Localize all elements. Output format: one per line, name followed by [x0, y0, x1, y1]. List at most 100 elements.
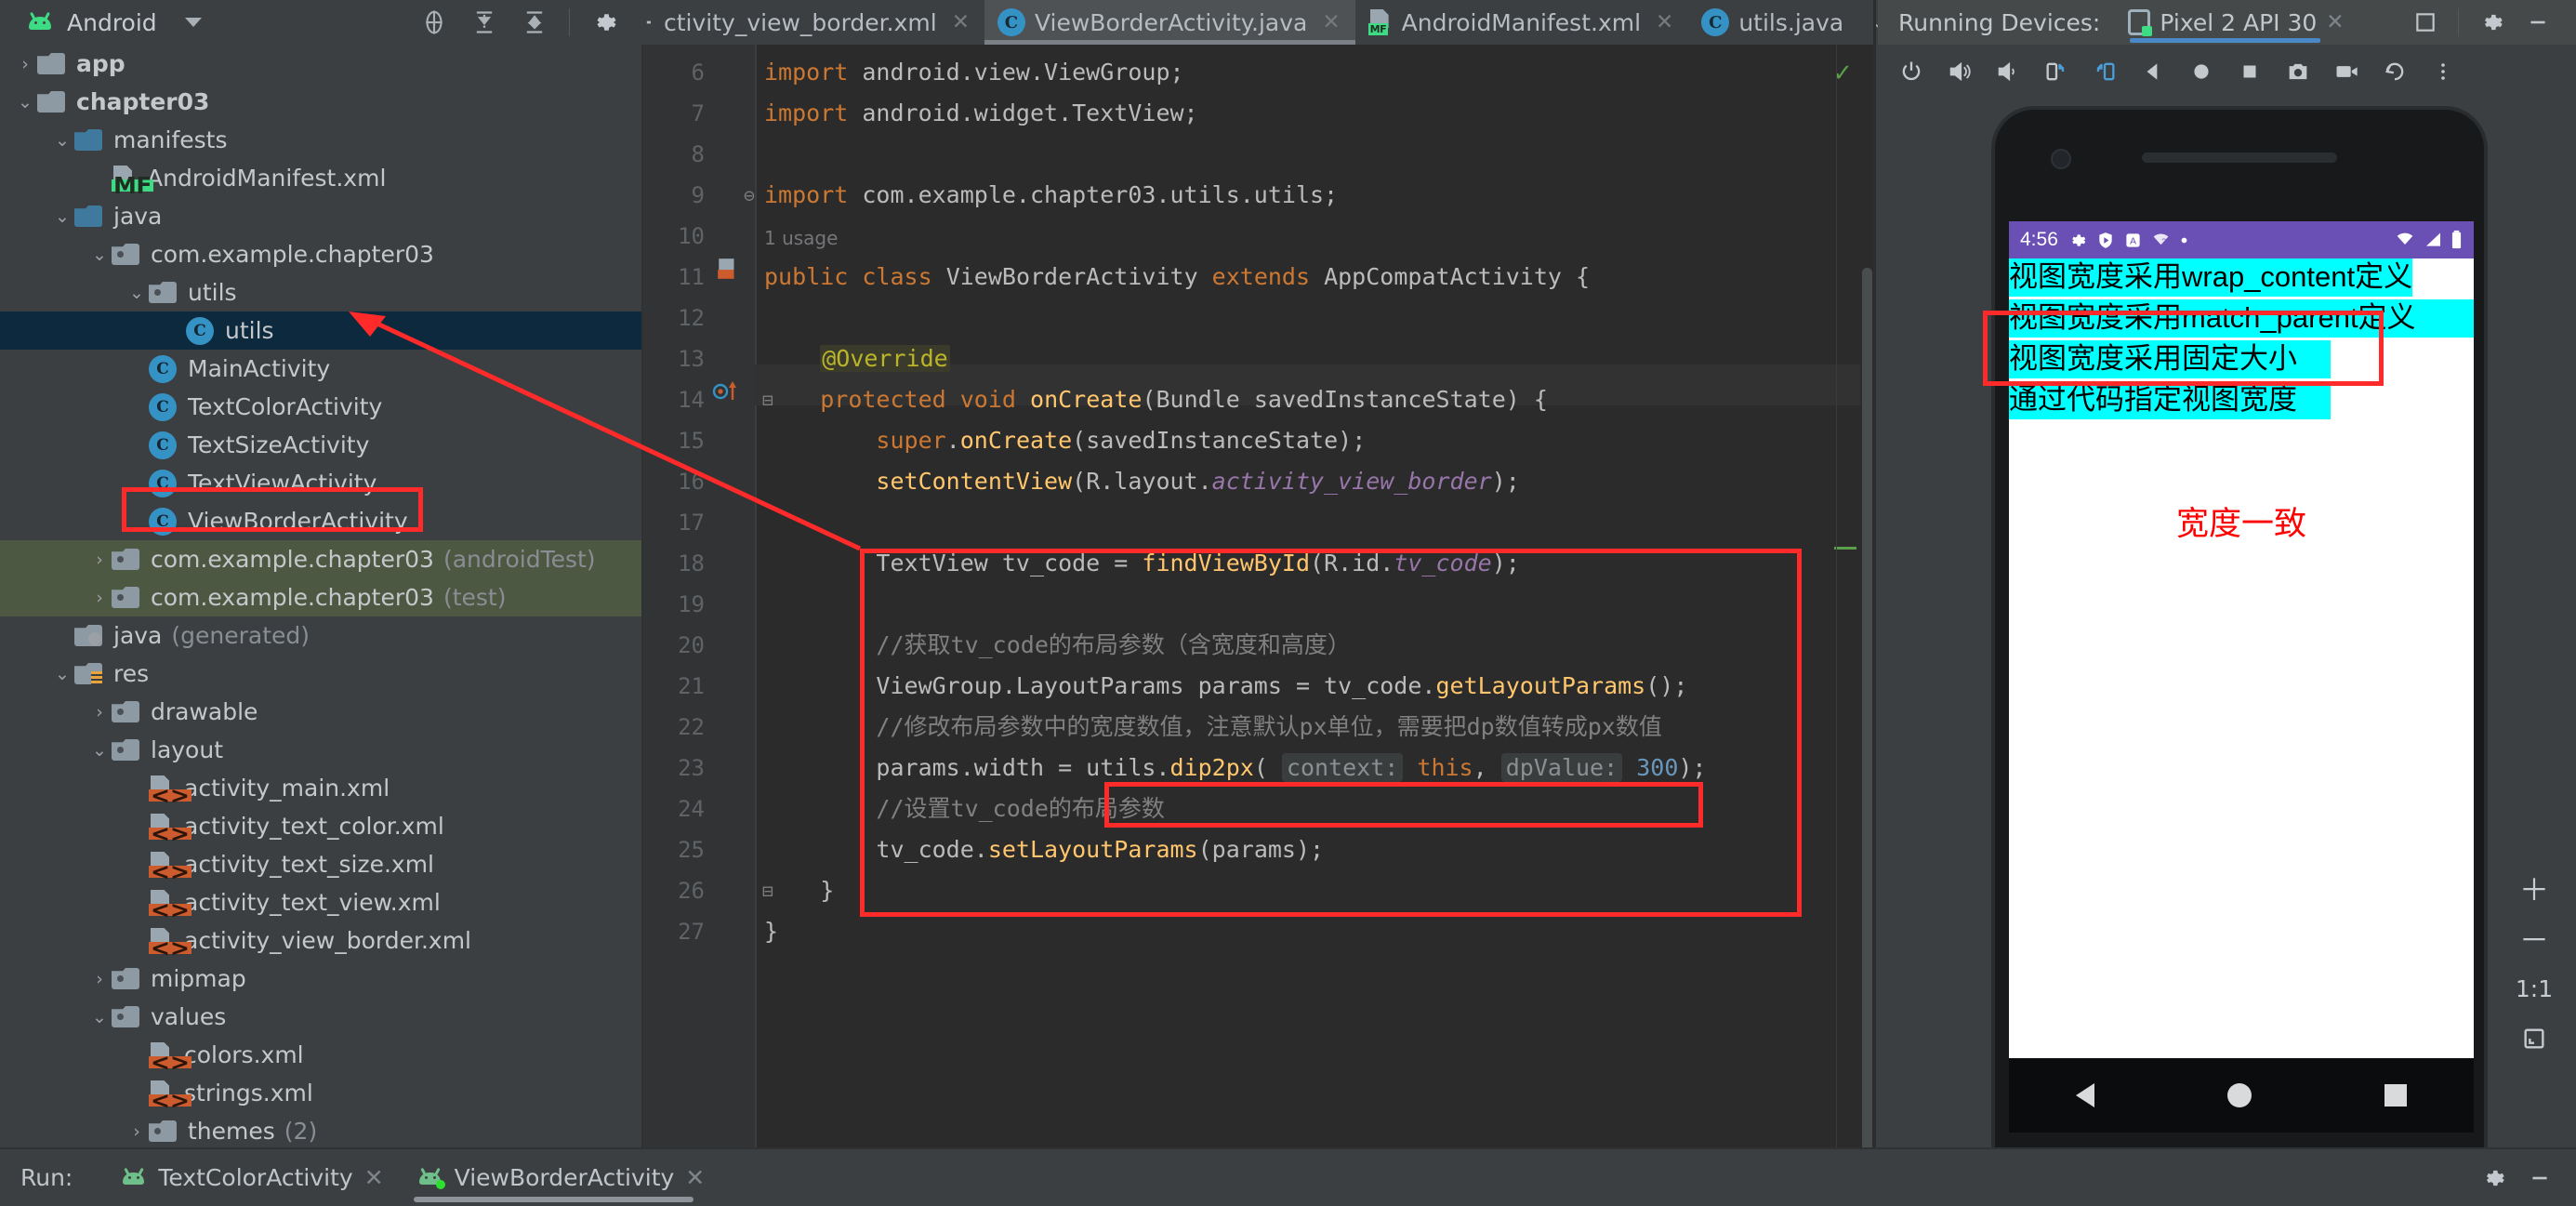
- chevron-right-icon[interactable]: ›: [13, 54, 37, 74]
- gear-icon[interactable]: [2470, 1156, 2517, 1200]
- chevron-down-icon[interactable]: ⌄: [50, 664, 74, 684]
- chevron-right-icon[interactable]: ›: [125, 1121, 149, 1142]
- gutter-class-marker[interactable]: [716, 257, 740, 281]
- gutter-override-marker[interactable]: [712, 379, 744, 404]
- tree-item-utils[interactable]: ⌄ utils: [0, 273, 641, 311]
- tree-item-manifests[interactable]: ⌄ manifests: [0, 121, 641, 159]
- tree-item-colors-xml[interactable]: <> colors.xml: [0, 1036, 641, 1074]
- code-line[interactable]: import android.widget.TextView;: [764, 93, 1198, 134]
- tree-item-activity-main-xml[interactable]: <> activity_main.xml: [0, 769, 641, 807]
- code-line[interactable]: }: [764, 870, 834, 911]
- chevron-right-icon[interactable]: ›: [87, 969, 112, 989]
- chevron-down-icon[interactable]: ⌄: [87, 245, 112, 265]
- code-line[interactable]: //修改布局参数中的宽度数值，注意默认px单位，需要把dp数值转成px数值: [764, 707, 1661, 748]
- layout-icon[interactable]: [2402, 0, 2449, 45]
- tree-item-com-example-chapter03[interactable]: › com.example.chapter03 (test): [0, 578, 641, 616]
- scrollbar-thumb[interactable]: [1862, 268, 1872, 1149]
- tree-item-androidmanifest-xml[interactable]: MF AndroidManifest.xml: [0, 159, 641, 197]
- chevron-down-icon[interactable]: ⌄: [50, 206, 74, 227]
- chevron-down-icon[interactable]: ⌄: [13, 92, 37, 113]
- project-tree[interactable]: › app ⌄ chapter03 ⌄ manifests MF AndroidManifes…: [0, 45, 641, 1149]
- recents-square-icon[interactable]: [2384, 1084, 2408, 1107]
- code-line[interactable]: super.onCreate(savedInstanceState);: [764, 420, 1366, 461]
- minimize-icon[interactable]: [2517, 1156, 2563, 1200]
- tree-item-activity-text-color-xml[interactable]: <> activity_text_color.xml: [0, 807, 641, 845]
- zoom-actual-button[interactable]: 1:1: [2509, 963, 2559, 1014]
- minimize-icon[interactable]: [2515, 0, 2561, 45]
- code-line[interactable]: public class ViewBorderActivity extends …: [764, 257, 1590, 298]
- code-line[interactable]: tv_code.setLayoutParams(params);: [764, 829, 1324, 870]
- record-icon[interactable]: [2322, 45, 2371, 99]
- chevron-right-icon[interactable]: ›: [87, 550, 112, 570]
- zoom-fit-button[interactable]: [2509, 1014, 2559, 1064]
- run-tab-textcoloractivity[interactable]: TextColorActivity ✕: [104, 1149, 400, 1206]
- tree-item-mipmap[interactable]: › mipmap: [0, 960, 641, 998]
- chevron-down-icon[interactable]: ⌄: [50, 130, 74, 151]
- tree-item-themes[interactable]: › themes (2): [0, 1112, 641, 1149]
- target-icon[interactable]: [409, 0, 459, 45]
- gear-icon[interactable]: [579, 0, 629, 45]
- volume-up-icon[interactable]: [1935, 45, 1984, 99]
- chevron-down-icon[interactable]: [184, 18, 202, 27]
- code-fold-icon[interactable]: ⊟: [762, 379, 773, 420]
- code-line[interactable]: protected void onCreate(Bundle savedInst…: [764, 379, 1548, 420]
- code-fold-icon[interactable]: ⊖: [744, 175, 755, 216]
- tree-item-textsizeactivity[interactable]: C TextSizeActivity: [0, 426, 641, 464]
- chevron-right-icon[interactable]: ›: [87, 702, 112, 722]
- code-editor[interactable]: 6 import android.view.ViewGroup; 7 import a…: [643, 45, 1873, 1149]
- close-icon[interactable]: ✕: [685, 1164, 705, 1191]
- rotate-right-icon[interactable]: [2081, 45, 2129, 99]
- tree-item-utils[interactable]: Cutils: [0, 311, 641, 350]
- tree-item-activity-text-size-xml[interactable]: <> activity_text_size.xml: [0, 845, 641, 883]
- emulator-screen[interactable]: 4:56 A ? × 视图宽度采用wrap_content定义 视图宽度采用ma…: [2009, 221, 2474, 1058]
- tree-item-java[interactable]: ⌄ java: [0, 197, 641, 235]
- back-icon[interactable]: [2129, 45, 2177, 99]
- tree-item-values[interactable]: ⌄ values: [0, 998, 641, 1036]
- tree-item-com-example-chapter03[interactable]: › com.example.chapter03 (androidTest): [0, 540, 641, 578]
- code-line[interactable]: import com.example.chapter03.utils.utils…: [764, 175, 1338, 216]
- code-line[interactable]: }: [764, 911, 778, 952]
- tree-item-mainactivity[interactable]: C MainActivity: [0, 350, 641, 388]
- tab-viewborderactivity-java[interactable]: C ViewBorderActivity.java ✕: [984, 0, 1355, 45]
- overview-icon[interactable]: [2226, 45, 2274, 99]
- tree-item-textviewactivity[interactable]: C TextViewActivity: [0, 464, 641, 502]
- project-view-selector[interactable]: Android: [0, 0, 381, 45]
- gear-icon[interactable]: [2468, 0, 2515, 45]
- chevron-down-icon[interactable]: ⌄: [125, 283, 149, 303]
- close-icon[interactable]: ✕: [952, 10, 970, 34]
- tab-activity-view-border-xml[interactable]: ctivity_view_border.xml ✕: [651, 0, 984, 45]
- code-fold-icon[interactable]: ⊟: [762, 870, 773, 911]
- run-tab-viewborderactivity[interactable]: ViewBorderActivity ✕: [401, 1149, 722, 1206]
- tree-item-java[interactable]: java (generated): [0, 616, 641, 655]
- close-icon[interactable]: ✕: [2326, 10, 2344, 34]
- home-circle-icon[interactable]: [2226, 1083, 2252, 1107]
- chevron-down-icon[interactable]: ⌄: [87, 740, 112, 761]
- expand-all-icon[interactable]: [509, 0, 560, 45]
- tree-item-viewborderactivity[interactable]: C ViewBorderActivity: [0, 502, 641, 540]
- code-line[interactable]: import android.view.ViewGroup;: [764, 52, 1184, 93]
- close-icon[interactable]: ✕: [1322, 10, 1340, 34]
- tree-item-activity-text-view-xml[interactable]: <> activity_text_view.xml: [0, 883, 641, 921]
- tree-item-app[interactable]: › app: [0, 45, 641, 83]
- more-vertical-icon[interactable]: [2419, 45, 2467, 99]
- rotate-left-icon[interactable]: [2032, 45, 2081, 99]
- home-icon[interactable]: [2177, 45, 2226, 99]
- code-line[interactable]: ViewGroup.LayoutParams params = tv_code.…: [764, 666, 1687, 707]
- tree-item-textcoloractivity[interactable]: C TextColorActivity: [0, 388, 641, 426]
- chevron-down-icon[interactable]: ⌄: [87, 1007, 112, 1027]
- code-line[interactable]: @Override: [764, 338, 950, 379]
- zoom-in-button[interactable]: ＋: [2509, 863, 2559, 913]
- device-tab-pixel2[interactable]: Pixel 2 API 30 ✕: [2128, 0, 2345, 45]
- zoom-out-button[interactable]: －: [2509, 913, 2559, 963]
- tree-item-layout[interactable]: ⌄ layout: [0, 731, 641, 769]
- power-icon[interactable]: [1887, 45, 1935, 99]
- code-line[interactable]: setContentView(R.layout.activity_view_bo…: [764, 461, 1519, 502]
- code-line[interactable]: params.width = utils.dip2px( context: th…: [764, 748, 1706, 789]
- code-line[interactable]: TextView tv_code = findViewById(R.id.tv_…: [764, 543, 1519, 584]
- usage-inlay-hint[interactable]: 1 usage: [764, 227, 838, 249]
- code-content[interactable]: 6 import android.view.ViewGroup; 7 import a…: [643, 45, 1873, 1149]
- tree-item-strings-xml[interactable]: <> strings.xml: [0, 1074, 641, 1112]
- tab-androidmanifest-xml[interactable]: MF AndroidManifest.xml ✕: [1355, 0, 1689, 45]
- code-line[interactable]: //设置tv_code的布局参数: [764, 789, 1164, 829]
- volume-down-icon[interactable]: [1984, 45, 2032, 99]
